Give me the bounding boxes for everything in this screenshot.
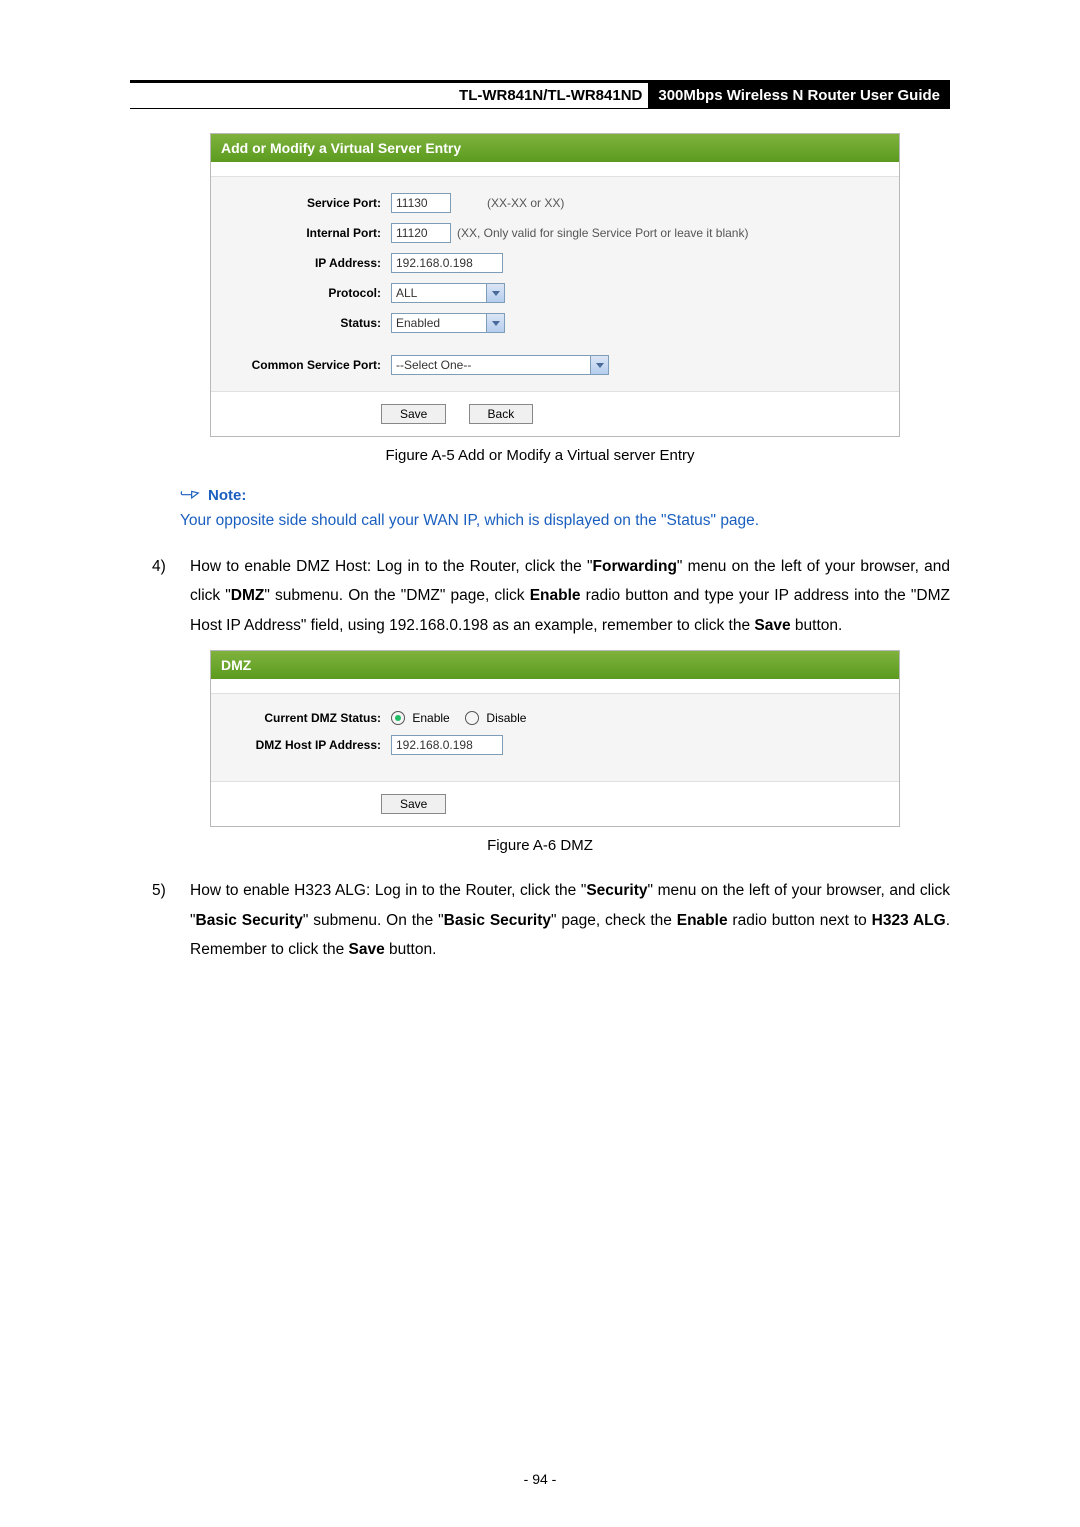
protocol-value: ALL	[392, 284, 486, 302]
enable-radio[interactable]	[391, 711, 405, 725]
dmz-ip-label: DMZ Host IP Address:	[221, 738, 391, 752]
status-select[interactable]: Enabled	[391, 313, 505, 333]
panel-title: DMZ	[211, 651, 899, 679]
figure-caption-a5: Figure A-5 Add or Modify a Virtual serve…	[130, 447, 950, 464]
internal-port-input[interactable]: 11120	[391, 223, 451, 243]
field-row-protocol: Protocol: ALL	[221, 283, 889, 303]
common-service-select[interactable]: --Select One--	[391, 355, 609, 375]
back-button[interactable]: Back	[469, 404, 534, 424]
status-label: Status:	[221, 316, 391, 330]
panel-title: Add or Modify a Virtual Server Entry	[211, 134, 899, 162]
header-model: TL-WR841N/TL-WR841ND	[453, 83, 648, 108]
figure-caption-a6: Figure A-6 DMZ	[130, 837, 950, 854]
hand-point-icon	[180, 486, 200, 504]
dmz-ip-input[interactable]: 192.168.0.198	[391, 735, 503, 755]
service-port-input[interactable]: 11130	[391, 193, 451, 213]
field-row-dmz-ip: DMZ Host IP Address: 192.168.0.198	[221, 735, 889, 755]
ip-address-label: IP Address:	[221, 256, 391, 270]
status-value: Enabled	[392, 314, 486, 332]
save-button[interactable]: Save	[381, 794, 446, 814]
list-number: 4)	[152, 552, 172, 640]
ip-address-input[interactable]: 192.168.0.198	[391, 253, 503, 273]
paragraph-4: 4) How to enable DMZ Host: Log in to the…	[152, 552, 950, 640]
protocol-select[interactable]: ALL	[391, 283, 505, 303]
field-row-status: Status: Enabled	[221, 313, 889, 333]
enable-label: Enable	[412, 711, 449, 725]
note-body: Your opposite side should call your WAN …	[180, 512, 950, 530]
list-number: 5)	[152, 876, 172, 964]
common-service-value: --Select One--	[392, 356, 590, 374]
chevron-down-icon	[486, 314, 504, 332]
field-row-ip-address: IP Address: 192.168.0.198	[221, 253, 889, 273]
dmz-status-label: Current DMZ Status:	[221, 711, 391, 725]
chevron-down-icon	[590, 356, 608, 374]
field-row-dmz-status: Current DMZ Status: Enable Disable	[221, 710, 889, 725]
internal-port-hint: (XX, Only valid for single Service Port …	[457, 226, 748, 240]
chevron-down-icon	[486, 284, 504, 302]
paragraph-5: 5) How to enable H323 ALG: Log in to the…	[152, 876, 950, 964]
header-title: 300Mbps Wireless N Router User Guide	[648, 83, 950, 108]
disable-radio[interactable]	[465, 711, 479, 725]
common-service-label: Common Service Port:	[221, 358, 391, 372]
field-row-service-port: Service Port: 11130 (XX-XX or XX)	[221, 193, 889, 213]
note-heading: Note:	[180, 486, 950, 504]
service-port-label: Service Port:	[221, 196, 391, 210]
page-header: TL-WR841N/TL-WR841ND 300Mbps Wireless N …	[130, 80, 950, 109]
protocol-label: Protocol:	[221, 286, 391, 300]
field-row-internal-port: Internal Port: 11120 (XX, Only valid for…	[221, 223, 889, 243]
note-label: Note:	[208, 487, 246, 504]
service-port-hint: (XX-XX or XX)	[487, 196, 564, 210]
internal-port-label: Internal Port:	[221, 226, 391, 240]
disable-label: Disable	[486, 711, 526, 725]
page-number: - 94 -	[0, 1471, 1080, 1487]
field-row-common-service: Common Service Port: --Select One--	[221, 355, 889, 375]
save-button[interactable]: Save	[381, 404, 446, 424]
dmz-panel: DMZ Current DMZ Status: Enable Disable D…	[210, 650, 900, 827]
virtual-server-panel: Add or Modify a Virtual Server Entry Ser…	[210, 133, 900, 437]
